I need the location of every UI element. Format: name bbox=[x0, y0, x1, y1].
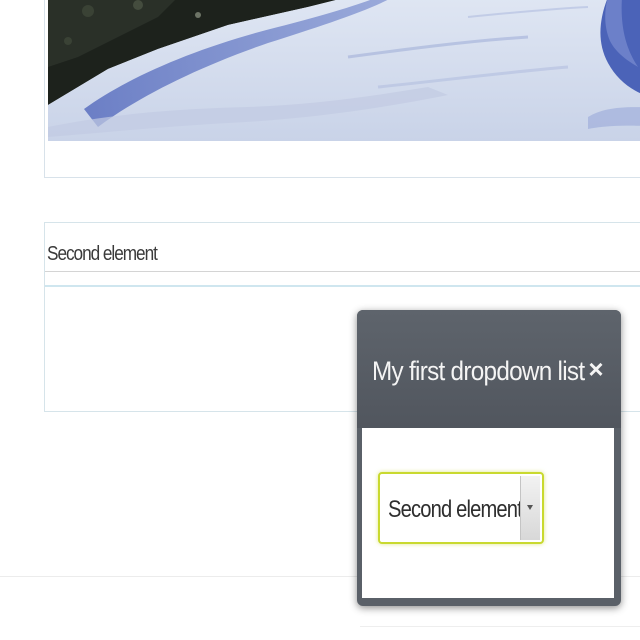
dropdown-dialog: My first dropdown list × Second element bbox=[357, 310, 621, 606]
panel-header: Second element bbox=[45, 223, 640, 287]
dialog-title: My first dropdown list bbox=[372, 356, 585, 386]
page: Second element My first dropdown list × … bbox=[0, 0, 640, 640]
dialog-titlebar[interactable]: My first dropdown list × bbox=[357, 310, 621, 428]
dropdown-selected-value: Second element bbox=[388, 496, 523, 523]
image-card bbox=[44, 0, 640, 178]
chevron-down-icon bbox=[527, 505, 533, 510]
panel-header-divider bbox=[45, 271, 640, 272]
panel-header-label: Second element bbox=[47, 243, 158, 265]
dropdown-select[interactable]: Second element bbox=[378, 472, 544, 544]
snow-landscape-image bbox=[48, 0, 640, 141]
page-divider-lower bbox=[360, 626, 640, 627]
close-icon[interactable]: × bbox=[585, 356, 607, 382]
dialog-body: Second element bbox=[362, 428, 614, 598]
dropdown-arrow-button[interactable] bbox=[520, 476, 540, 540]
